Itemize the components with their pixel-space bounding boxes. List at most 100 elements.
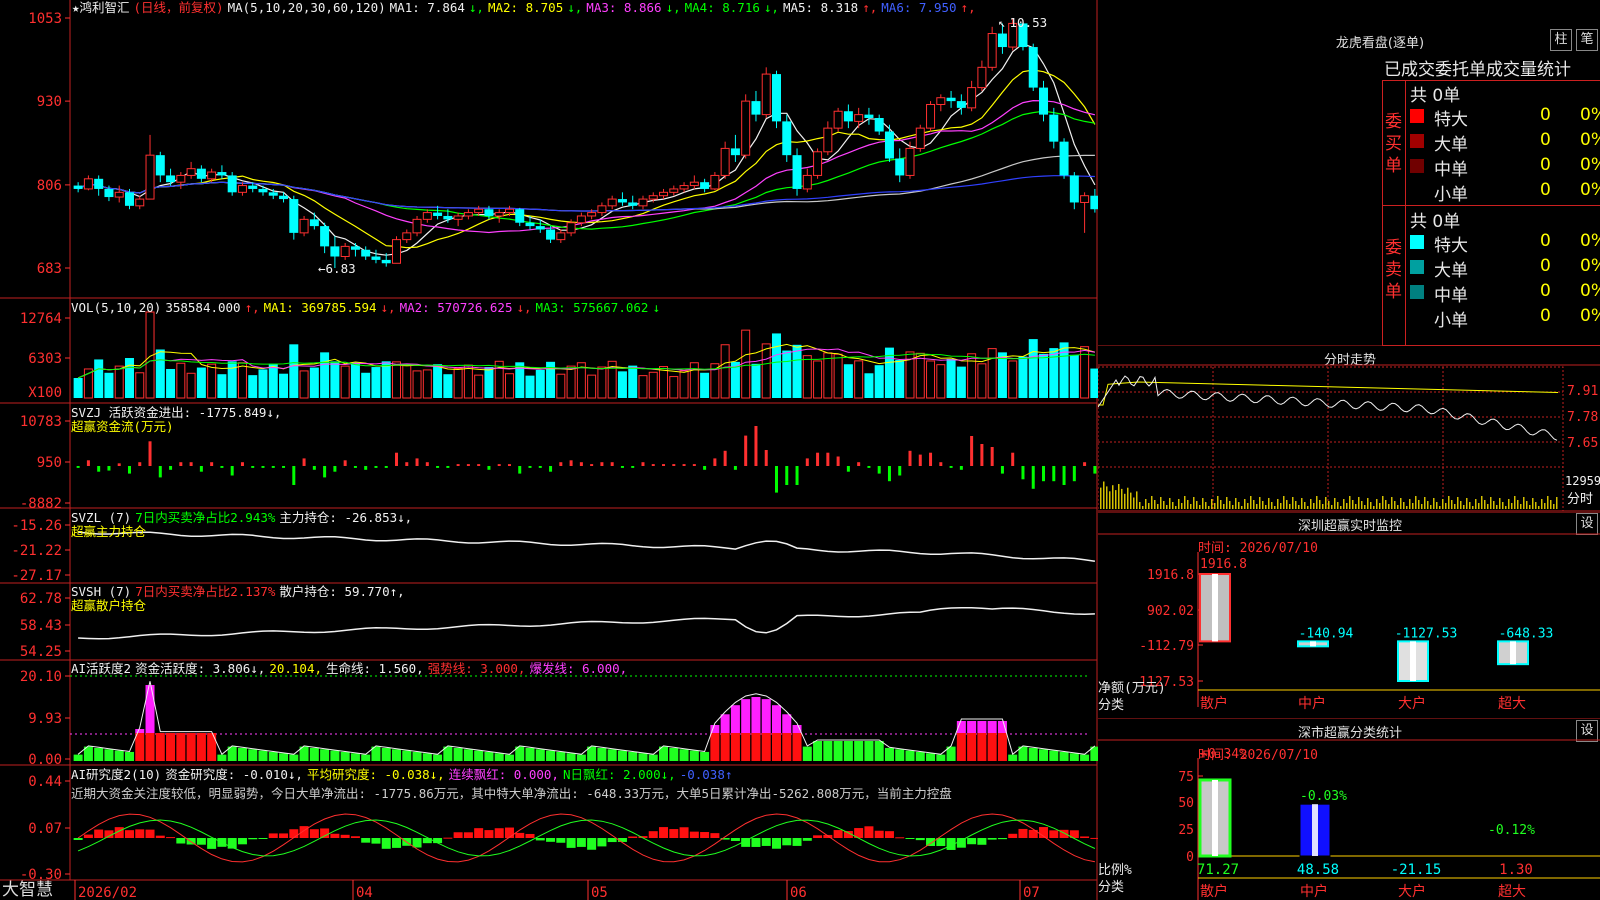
row-category: 特大 <box>1434 110 1468 130</box>
volume-bar <box>751 363 761 398</box>
active-base-bar <box>792 733 802 761</box>
intraday-volume-bar <box>1451 500 1453 509</box>
intraday-volume-bar <box>1421 504 1423 509</box>
research-bar <box>463 832 473 838</box>
svzj-bar <box>76 466 80 468</box>
active-bar <box>556 751 566 761</box>
svzj-bar <box>415 458 419 466</box>
buy-orders-label: 委买单 <box>1385 112 1402 176</box>
sell-orders-label: 委卖单 <box>1385 238 1402 302</box>
intraday-volume-bar <box>1520 504 1522 509</box>
intraday-volume-bar <box>1490 497 1492 509</box>
intraday-chart[interactable]: 7.91 7.78 7.65 12959 分时 <box>1098 345 1600 512</box>
active-bar <box>884 747 894 761</box>
svzj-bar <box>169 466 173 470</box>
intraday-volume-bar <box>1397 505 1399 509</box>
candle-body <box>145 154 155 200</box>
volume-bar <box>279 373 289 398</box>
volume-bar <box>504 373 514 399</box>
candle-body <box>474 208 484 214</box>
price-y-tick-label: 683 <box>37 261 62 277</box>
intraday-volume-bar <box>1511 503 1513 509</box>
volume-bar <box>813 360 823 399</box>
volume-bar <box>412 370 422 399</box>
candle-body <box>751 101 761 115</box>
ma-value-5: MA5: 8.318 <box>782 0 859 15</box>
candle-body <box>854 114 864 122</box>
volume-bar <box>987 348 997 399</box>
category-bar-value: 1.30 <box>1499 862 1533 878</box>
research-bar <box>977 838 987 845</box>
active-bar <box>525 747 535 761</box>
candle-body <box>977 66 987 89</box>
x-axis-label: 2026/02 <box>78 885 137 900</box>
candle-body <box>176 174 186 183</box>
category-bar-highlight <box>1212 779 1218 856</box>
intraday-volume-bar <box>1550 500 1552 509</box>
intraday-volume-bar <box>1121 488 1123 509</box>
svzj-bar <box>210 462 214 466</box>
intraday-y-tick-label: 7.91 <box>1567 384 1598 399</box>
research-bar <box>597 838 607 847</box>
candle-body <box>330 246 340 257</box>
research-bar <box>525 833 535 838</box>
monitor-bar-highlight <box>1310 641 1316 647</box>
research-bar <box>371 838 381 844</box>
buy-row: 大单 0 0% <box>1410 130 1600 155</box>
svzj-bar <box>240 462 244 466</box>
svzj-bar <box>507 464 511 466</box>
svzj-bar <box>1031 466 1035 489</box>
row-category: 小单 <box>1434 185 1468 205</box>
intraday-volume-bar <box>1172 502 1174 509</box>
active-base-bar <box>741 733 751 761</box>
svzj-bar <box>549 466 553 472</box>
bar-view-button[interactable]: 柱 <box>1550 29 1572 51</box>
volume-bar <box>833 353 843 399</box>
active-bar <box>566 753 576 761</box>
intraday-volume-bar <box>1238 502 1240 509</box>
kline-chart-area[interactable]: 1053 930 806 683 12764 6303 X100 10783 950 -8882 -… <box>0 0 1098 900</box>
research-bar <box>730 838 740 841</box>
row-count: 0 <box>1540 105 1551 125</box>
candle-body <box>309 219 319 227</box>
intraday-volume-bar <box>1145 499 1147 509</box>
intraday-volume-bar <box>1283 496 1285 509</box>
active-bar <box>104 749 114 761</box>
candle-body <box>227 175 237 193</box>
research-bar <box>155 835 165 838</box>
svzj-y-tick-label: 950 <box>37 455 62 471</box>
sell-row: 特大 0 0% <box>1410 231 1600 256</box>
research-bar <box>710 833 720 838</box>
research-bar <box>926 838 936 847</box>
candle-body <box>546 229 556 240</box>
intraday-volume-bar <box>1262 501 1264 509</box>
intraday-volume-bar <box>1364 505 1366 509</box>
research-bar <box>392 838 402 848</box>
intraday-volume-bar <box>1280 503 1282 509</box>
volume-bar <box>1090 368 1098 398</box>
intraday-volume-bar <box>1151 496 1153 509</box>
intraday-volume-bar <box>1142 506 1144 509</box>
research-bar <box>587 838 597 850</box>
legend-swatch <box>1410 159 1424 173</box>
active-bar <box>1080 754 1090 761</box>
intraday-volume-bar <box>1469 502 1471 509</box>
buy-row: 小单 0 0% <box>1410 180 1600 205</box>
active-base-bar <box>207 733 217 761</box>
tick-view-button[interactable]: 笔 <box>1576 29 1598 51</box>
svsh-panel-header: SVSH (7) 7日内买卖净占比2.137% 散户持仓: 59.770↑, 超赢散… <box>71 584 405 613</box>
monitor-category-label: 散户 <box>1200 695 1228 712</box>
intraday-volume-bar <box>1547 496 1549 509</box>
active-bar <box>289 754 299 761</box>
intraday-volume-bar <box>1526 501 1528 509</box>
candle-body <box>730 148 740 156</box>
intraday-volume-bar <box>1130 492 1132 509</box>
volume-bar <box>237 362 247 399</box>
candle-body <box>638 198 648 207</box>
candle-body <box>135 198 145 207</box>
candle-body <box>587 212 597 217</box>
volume-bar <box>967 353 977 399</box>
ai-research-y-tick-label: 0.07 <box>28 821 62 837</box>
category-y-tick-label: 0 <box>1186 850 1194 865</box>
volume-bar <box>124 358 134 398</box>
